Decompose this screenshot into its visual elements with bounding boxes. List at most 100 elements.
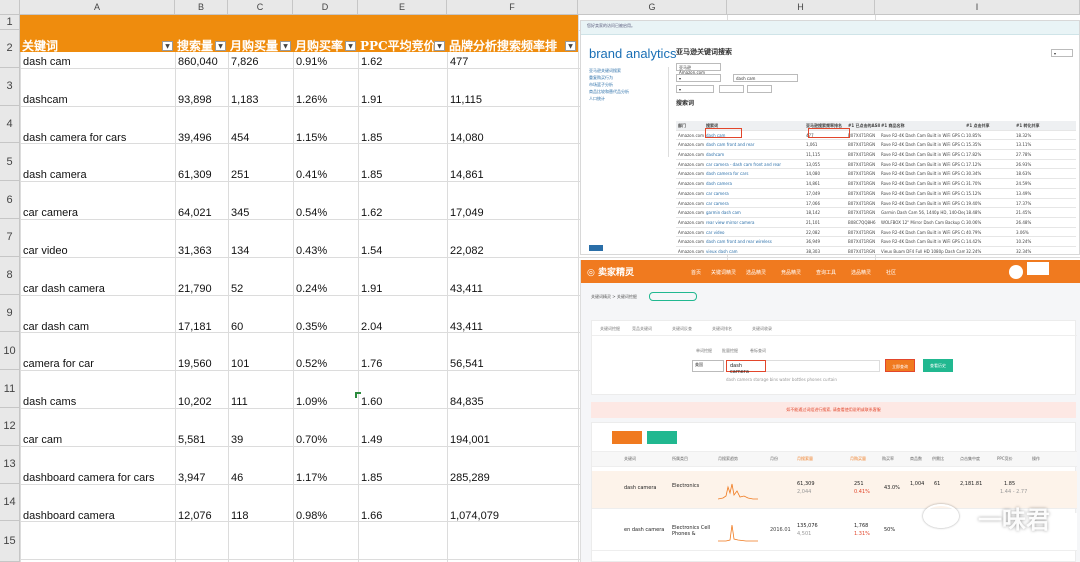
ss-tab[interactable]: 关键词收录	[752, 326, 772, 332]
ss-header-cell[interactable]: 所属类目	[672, 456, 688, 462]
ss-tab[interactable]: 关键词反查	[672, 326, 692, 332]
value-cell[interactable]: 1.54	[358, 219, 447, 257]
ba-cell[interactable]: dashcam	[706, 150, 804, 159]
value-cell[interactable]: 285,289	[447, 446, 578, 484]
value-cell[interactable]: 39	[228, 408, 293, 446]
ba-date-start[interactable]	[719, 85, 744, 93]
value-cell[interactable]: 14,861	[447, 143, 578, 181]
ss-nav-item[interactable]: 查询工具	[816, 269, 836, 276]
ss-header-cell[interactable]: 月购买量	[850, 456, 866, 462]
ss-header-cell[interactable]: 关键词	[624, 456, 636, 462]
value-cell[interactable]: 1.60	[358, 370, 447, 408]
keyword-cell[interactable]: dash cams	[20, 370, 175, 408]
ba-cell[interactable]: dash camera for cars	[706, 169, 804, 178]
value-cell[interactable]: 1.91	[358, 257, 447, 295]
column-header-i[interactable]: I	[875, 0, 1080, 15]
value-cell[interactable]: 93,898	[175, 68, 228, 106]
value-cell[interactable]: 7,826	[228, 30, 293, 68]
row-header[interactable]: 3	[0, 67, 20, 106]
keyword-cell[interactable]: car dash cam	[20, 295, 175, 333]
ss-filter-button[interactable]	[612, 431, 642, 444]
ss-marketplace-select[interactable]: 美国	[692, 360, 724, 372]
value-cell[interactable]: 0.54%	[293, 181, 358, 219]
value-cell[interactable]: 61,309	[175, 143, 228, 181]
ss-header-cell[interactable]: 商品数	[910, 456, 922, 462]
value-cell[interactable]: 56,541	[447, 332, 578, 370]
value-cell[interactable]: 194,001	[447, 408, 578, 446]
value-cell[interactable]: 1,183	[228, 68, 293, 106]
keyword-cell[interactable]: camera for car	[20, 332, 175, 370]
ss-user-box[interactable]	[1027, 262, 1049, 275]
ss-header-cell[interactable]: 购买率	[882, 456, 894, 462]
row-header[interactable]: 11	[0, 370, 20, 408]
ss-mode[interactable]: 单词挖掘	[696, 348, 712, 354]
ba-period-select[interactable]: ▾	[676, 85, 714, 93]
value-cell[interactable]: 46	[228, 446, 293, 484]
ba-date-end[interactable]	[747, 85, 772, 93]
column-header-f[interactable]: F	[447, 0, 578, 15]
ss-nav-item[interactable]: 首页	[691, 269, 701, 276]
column-header-d[interactable]: D	[293, 0, 358, 15]
ba-cell[interactable]: rear view mirror camera	[706, 218, 804, 227]
ba-nav-item[interactable]: 商品比较和替代品分析	[589, 88, 668, 95]
value-cell[interactable]: 251	[228, 143, 293, 181]
value-cell[interactable]: 21,790	[175, 257, 228, 295]
keyword-cell[interactable]: car cam	[20, 408, 175, 446]
column-header-b[interactable]: B	[175, 0, 228, 15]
value-cell[interactable]: 111	[228, 370, 293, 408]
value-cell[interactable]: 17,181	[175, 295, 228, 333]
value-cell[interactable]: 477	[447, 30, 578, 68]
value-cell[interactable]: 1,074,079	[447, 484, 578, 522]
ss-tab[interactable]: 关键词挖掘	[600, 326, 620, 332]
ss-tab[interactable]: 竞品关键词	[632, 326, 652, 332]
ba-cell[interactable]: garmin dash cam	[706, 208, 804, 217]
ss-add-button[interactable]	[647, 431, 677, 444]
ba-cell[interactable]: car camera - dash cam front and rear	[706, 160, 804, 169]
ss-header-cell[interactable]: 月搜索趋势	[718, 456, 738, 462]
ba-cell[interactable]: dash camera	[706, 179, 804, 188]
ss-header-cell[interactable]: 操作	[1032, 456, 1040, 462]
value-cell[interactable]: 12,076	[175, 484, 228, 522]
value-cell[interactable]: 1.62	[358, 30, 447, 68]
column-header-g[interactable]: G	[578, 0, 727, 15]
value-cell[interactable]: 43,411	[447, 257, 578, 295]
ba-nav-item[interactable]: 亚马逊关键词搜索	[589, 67, 668, 74]
keyword-cell[interactable]: dashboard camera for cars	[20, 446, 175, 484]
ba-nav-item[interactable]: 重复购买行为	[589, 74, 668, 81]
value-cell[interactable]: 1.15%	[293, 106, 358, 144]
row-header[interactable]: 4	[0, 105, 20, 144]
value-cell[interactable]: 1.66	[358, 484, 447, 522]
ba-cell[interactable]: car camera	[706, 189, 804, 198]
ss-header-cell[interactable]: 月份	[770, 456, 778, 462]
ss-tab[interactable]: 关键词排名	[712, 326, 732, 332]
row-header[interactable]: 6	[0, 181, 20, 219]
row-header[interactable]: 9	[0, 294, 20, 333]
select-all-corner[interactable]	[0, 0, 20, 15]
column-header-e[interactable]: E	[358, 0, 447, 15]
keyword-cell[interactable]: car video	[20, 219, 175, 257]
ba-nav-item[interactable]: 人口统计	[589, 95, 668, 102]
value-cell[interactable]: 101	[228, 332, 293, 370]
ba-download-button[interactable]: ▾	[1051, 49, 1073, 57]
value-cell[interactable]: 31,363	[175, 219, 228, 257]
keyword-cell[interactable]: dash cam	[20, 30, 175, 68]
value-cell[interactable]: 0.41%	[293, 143, 358, 181]
keyword-cell[interactable]: dashboard camera	[20, 484, 175, 522]
value-cell[interactable]: 0.35%	[293, 295, 358, 333]
ba-marketplace-select[interactable]: 亚马逊 Amazon.com	[676, 63, 721, 75]
column-header-h[interactable]: H	[727, 0, 875, 15]
ba-cell[interactable]: vieux dash cam	[706, 247, 804, 254]
row-header[interactable]: 2	[0, 30, 20, 68]
value-cell[interactable]: 0.91%	[293, 30, 358, 68]
value-cell[interactable]: 5,581	[175, 408, 228, 446]
row-header[interactable]: 10	[0, 332, 20, 371]
value-cell[interactable]: 2.04	[358, 295, 447, 333]
value-cell[interactable]: 43,411	[447, 295, 578, 333]
ss-search-input[interactable]: dash camera	[726, 360, 766, 375]
row-header[interactable]: 12	[0, 408, 20, 446]
ba-nav-item[interactable]: 市场篮子分析	[589, 81, 668, 88]
value-cell[interactable]: 118	[228, 484, 293, 522]
keyword-cell[interactable]: dashcam	[20, 68, 175, 106]
keyword-cell[interactable]: car dash camera	[20, 257, 175, 295]
value-cell[interactable]: 1.76	[358, 332, 447, 370]
